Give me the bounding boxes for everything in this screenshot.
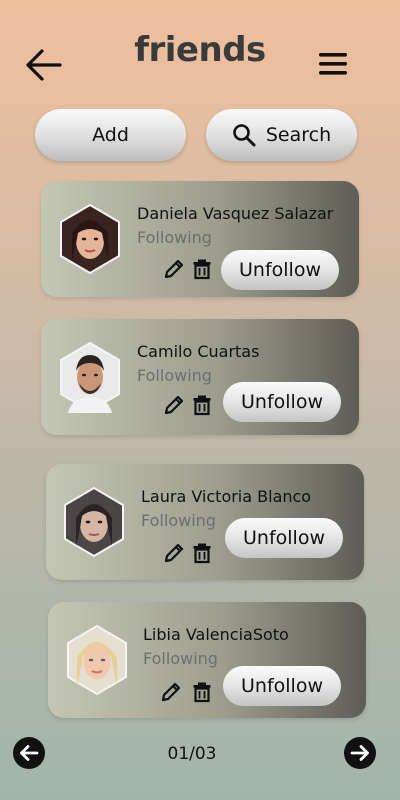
next-page-button[interactable] (344, 737, 376, 769)
delete-button[interactable] (191, 258, 213, 280)
page-indicator: 01/03 (167, 744, 217, 764)
friend-card: Libia ValenciaSoto Following Unfollow (48, 602, 366, 718)
unfollow-button[interactable]: Unfollow (223, 382, 341, 422)
friend-name: Daniela Vasquez Salazar (137, 204, 334, 223)
unfollow-button[interactable]: Unfollow (225, 518, 343, 558)
friend-status: Following (137, 228, 212, 247)
unfollow-label: Unfollow (239, 259, 321, 281)
hamburger-menu-icon (319, 53, 347, 75)
friend-card: Daniela Vasquez Salazar Following Unfoll… (41, 181, 359, 297)
friend-card: Camilo Cuartas Following Unfollow (41, 319, 359, 435)
menu-button[interactable] (318, 50, 348, 78)
circle-arrow-right-icon (344, 737, 376, 769)
avatar (60, 203, 120, 275)
trash-icon (193, 682, 211, 703)
search-button[interactable]: Search (206, 109, 357, 161)
delete-button[interactable] (191, 394, 213, 416)
pencil-icon (164, 259, 184, 279)
edit-button[interactable] (163, 258, 185, 280)
avatar (64, 486, 124, 558)
prev-page-button[interactable] (13, 737, 45, 769)
avatar (60, 341, 120, 413)
add-button[interactable]: Add (35, 109, 186, 161)
trash-icon (193, 259, 211, 280)
search-button-label: Search (265, 124, 332, 146)
pencil-icon (161, 682, 181, 702)
unfollow-label: Unfollow (241, 675, 323, 697)
friend-card: Laura Victoria Blanco Following Unfollow (46, 464, 364, 580)
pencil-icon (164, 395, 184, 415)
edit-button[interactable] (160, 681, 182, 703)
circle-arrow-left-icon (13, 737, 45, 769)
trash-icon (193, 395, 211, 416)
unfollow-button[interactable]: Unfollow (221, 250, 339, 290)
unfollow-label: Unfollow (241, 391, 323, 413)
trash-icon (193, 543, 211, 564)
friend-status: Following (141, 511, 216, 530)
friend-name: Camilo Cuartas (137, 342, 260, 361)
delete-button[interactable] (191, 681, 213, 703)
pencil-icon (164, 543, 184, 563)
edit-button[interactable] (163, 542, 185, 564)
friend-status: Following (137, 366, 212, 385)
delete-button[interactable] (191, 542, 213, 564)
friend-name: Libia ValenciaSoto (143, 625, 289, 644)
magnifier-icon (233, 124, 256, 147)
add-button-label: Add (92, 124, 129, 146)
avatar (67, 624, 127, 696)
unfollow-label: Unfollow (243, 527, 325, 549)
friend-name: Laura Victoria Blanco (141, 487, 312, 506)
unfollow-button[interactable]: Unfollow (223, 666, 341, 706)
edit-button[interactable] (163, 394, 185, 416)
friend-status: Following (143, 649, 218, 668)
